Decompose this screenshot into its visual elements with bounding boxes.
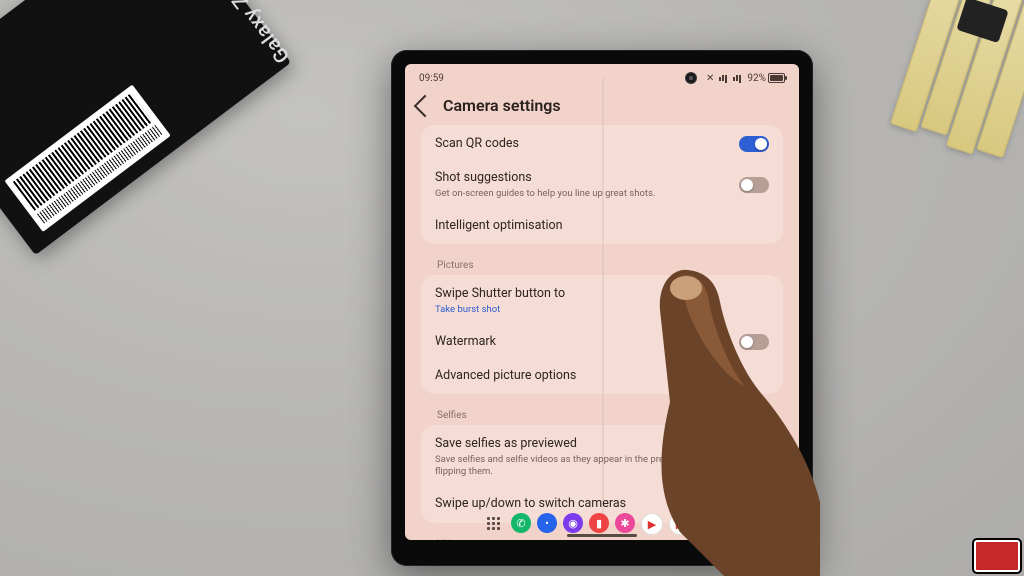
fold-hinge [602, 78, 604, 514]
toggle-switch[interactable] [739, 177, 769, 193]
recents-button[interactable]: ||| [767, 520, 783, 530]
battery-text: 92% [747, 73, 766, 84]
messages-icon[interactable]: • [537, 513, 557, 533]
product-box-label: Galaxy Z Fold6 [192, 0, 295, 68]
phone-icon[interactable]: ✆ [511, 513, 531, 533]
app-red-icon[interactable]: ▮ [589, 513, 609, 533]
signal-icon-1 [719, 75, 728, 83]
wooden-prop [889, 0, 1024, 166]
tablet-device: 09:59 ✕ 92% Camera settings Scan QR code… [391, 50, 813, 566]
row-title: Scan QR codes [435, 136, 729, 152]
signal-icon-2 [733, 75, 742, 83]
whatsapp-icon[interactable]: ✆ [697, 513, 717, 533]
toggle-switch[interactable] [739, 449, 769, 465]
page-title: Camera settings [443, 96, 561, 115]
mute-icon: ✕ [706, 73, 714, 84]
toggle-switch[interactable] [739, 136, 769, 152]
taskbar: ✆ • ◉ ▮ ✱ ▶ ▶ ✆ ||| [405, 508, 799, 540]
browser-icon[interactable]: ◉ [563, 513, 583, 533]
playstore-icon[interactable]: ▶ [669, 513, 691, 535]
channel-badge [974, 540, 1020, 572]
front-camera-hole [685, 72, 697, 84]
gallery-icon[interactable]: ✱ [615, 513, 635, 533]
apps-grid-icon[interactable] [487, 517, 501, 531]
nav-handle[interactable] [567, 534, 637, 537]
row-title: Shot suggestions [435, 170, 729, 186]
product-box: Galaxy Z Fold6 [0, 0, 291, 255]
barcode-sticker [4, 85, 170, 232]
back-icon[interactable] [414, 94, 437, 117]
toggle-switch[interactable] [739, 334, 769, 350]
row-title: Watermark [435, 334, 729, 350]
battery-indicator: 92% [747, 73, 785, 84]
youtube-icon[interactable]: ▶ [641, 513, 663, 535]
row-subtitle: Save selfies and selfie videos as they a… [435, 454, 729, 478]
photo-scene: Galaxy Z Fold6 09:59 ✕ 92% [0, 0, 1024, 576]
screen: 09:59 ✕ 92% Camera settings Scan QR code… [405, 64, 799, 540]
row-title: Save selfies as previewed [435, 436, 729, 452]
row-subtitle: Get on-screen guides to help you line up… [435, 188, 729, 200]
status-time: 09:59 [419, 73, 444, 84]
